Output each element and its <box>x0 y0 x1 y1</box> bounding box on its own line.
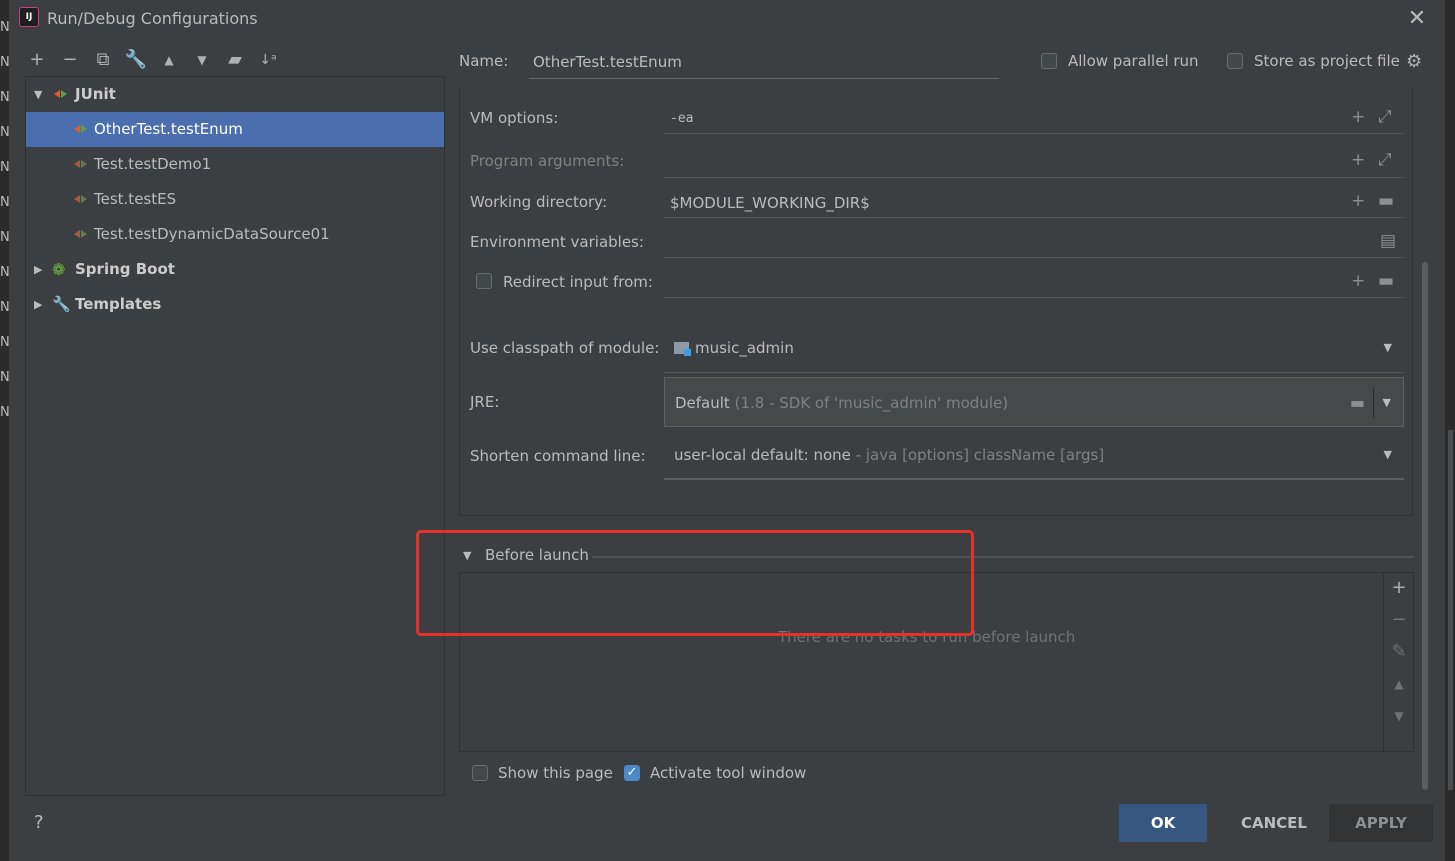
junit-test-icon <box>74 228 88 240</box>
module-icon <box>674 342 691 356</box>
insert-macro-icon[interactable]: + <box>1351 191 1365 211</box>
junit-test-icon <box>74 158 88 170</box>
program-args-label: Program arguments: <box>470 152 625 170</box>
show-page-label: Show this page <box>498 764 613 782</box>
annotation-highlight-box <box>416 530 974 636</box>
move-down-icon[interactable]: ▼ <box>190 48 214 72</box>
tree-node-junit[interactable]: ▼ JUnit <box>26 77 444 112</box>
env-vars-label: Environment variables: <box>470 233 644 251</box>
classpath-select[interactable]: music_admin ▼ <box>664 323 1404 373</box>
program-args-input[interactable] <box>664 148 1404 178</box>
dialog-title: Run/Debug Configurations <box>47 9 258 28</box>
background-right-strip <box>1445 0 1455 861</box>
tree-node-templates[interactable]: ▶ 🔧 Templates <box>26 287 444 322</box>
expand-icon[interactable]: ⤢ <box>1378 107 1392 127</box>
store-project-label: Store as project file <box>1254 52 1400 70</box>
wrench-icon: 🔧 <box>52 295 71 313</box>
name-input[interactable]: OtherTest.testEnum <box>529 50 999 79</box>
wrench-icon[interactable]: 🔧 <box>124 48 148 72</box>
insert-macro-icon[interactable]: + <box>1351 271 1365 291</box>
vm-options-input[interactable]: -ea <box>664 104 1404 134</box>
chevron-right-icon[interactable]: ▶ <box>34 252 42 287</box>
title-bar: IJ Run/Debug Configurations ✕ <box>9 0 1445 38</box>
shorten-cmd-label: Shorten command line: <box>470 447 646 465</box>
sort-icon[interactable]: ↓ᵃ <box>256 48 280 72</box>
show-page-checkbox[interactable] <box>472 765 488 781</box>
chevron-down-icon[interactable]: ▼ <box>1383 378 1391 428</box>
env-vars-input[interactable] <box>664 228 1404 258</box>
expand-icon[interactable]: ⤢ <box>1378 150 1392 170</box>
move-up-icon[interactable]: ▲ <box>157 48 181 72</box>
gear-icon[interactable]: ⚙ <box>1406 51 1422 72</box>
vm-options-label: VM options: <box>470 109 559 127</box>
activate-tool-label: Activate tool window <box>650 764 807 782</box>
allow-parallel-checkbox[interactable] <box>1041 53 1057 69</box>
junit-test-icon <box>74 123 88 135</box>
working-dir-label: Working directory: <box>470 193 608 211</box>
before-launch-side-toolbar: + − ✎ ▲ ▼ <box>1383 573 1414 751</box>
tree-node-test-testes[interactable]: Test.testES <box>26 182 444 217</box>
tree-node-spring-boot[interactable]: ▶ ❁ Spring Boot <box>26 252 444 287</box>
chevron-down-icon: ▼ <box>1383 448 1392 461</box>
new-folder-icon[interactable]: ▰ <box>223 48 247 72</box>
activate-tool-checkbox[interactable]: ✓ <box>624 765 640 781</box>
shorten-cmd-select[interactable]: user-local default: none - java [options… <box>664 430 1404 480</box>
chevron-down-icon: ▼ <box>1383 341 1392 354</box>
junit-icon <box>54 88 68 100</box>
ok-button[interactable]: OK <box>1119 804 1207 842</box>
help-button[interactable]: ? <box>34 812 44 833</box>
run-debug-dialog: IJ Run/Debug Configurations ✕ + − ⧉ 🔧 ▲ … <box>9 0 1445 861</box>
copy-icon[interactable]: ⧉ <box>91 48 115 72</box>
redirect-input-checkbox[interactable] <box>476 273 492 289</box>
tree-node-test-testdynamicdatasource01[interactable]: Test.testDynamicDataSource01 <box>26 217 444 252</box>
allow-parallel-label: Allow parallel run <box>1068 52 1199 70</box>
move-up-icon[interactable]: ▲ <box>1384 677 1414 691</box>
classpath-label: Use classpath of module: <box>470 339 660 357</box>
spring-boot-icon: ❁ <box>52 260 66 279</box>
add-icon[interactable]: + <box>25 48 49 72</box>
redirect-input-field[interactable] <box>664 268 1404 298</box>
jre-label: JRE: <box>470 393 500 411</box>
edit-icon[interactable]: ✎ <box>1384 641 1414 662</box>
remove-icon[interactable]: − <box>1384 609 1414 630</box>
store-project-checkbox[interactable] <box>1227 53 1243 69</box>
chevron-down-icon[interactable]: ▼ <box>34 77 42 112</box>
vertical-scrollbar[interactable] <box>1422 262 1428 790</box>
jre-select[interactable]: Default (1.8 - SDK of 'music_admin' modu… <box>664 377 1404 427</box>
config-tree: ▼ JUnit OtherTest.testEnum Test.testDemo… <box>25 76 445 796</box>
expand-plus-icon[interactable]: + <box>1351 150 1365 170</box>
tree-node-othertest-testenum[interactable]: OtherTest.testEnum <box>26 112 444 147</box>
chevron-right-icon[interactable]: ▶ <box>34 287 42 322</box>
working-dir-input[interactable]: $MODULE_WORKING_DIR$ <box>664 188 1404 218</box>
folder-icon[interactable]: ▬ <box>1378 191 1394 211</box>
remove-icon[interactable]: − <box>58 48 82 72</box>
folder-icon[interactable]: ▬ <box>1378 271 1394 291</box>
tree-node-test-testdemo1[interactable]: Test.testDemo1 <box>26 147 444 182</box>
intellij-icon: IJ <box>19 7 39 27</box>
move-down-icon[interactable]: ▼ <box>1384 709 1414 723</box>
folder-icon[interactable]: ▬ <box>1350 378 1365 428</box>
add-icon[interactable]: + <box>1384 577 1414 598</box>
background-editor-strip: NNN NNN NNN NNN <box>0 0 9 861</box>
apply-button[interactable]: APPLY <box>1329 804 1433 842</box>
expand-plus-icon[interactable]: + <box>1351 107 1365 127</box>
edit-document-icon[interactable]: ▤ <box>1380 231 1396 251</box>
redirect-input-label: Redirect input from: <box>503 273 653 291</box>
cancel-button[interactable]: CANCEL <box>1222 804 1326 842</box>
close-icon[interactable]: ✕ <box>1404 6 1430 32</box>
name-label: Name: <box>459 52 509 70</box>
junit-test-icon <box>74 193 88 205</box>
